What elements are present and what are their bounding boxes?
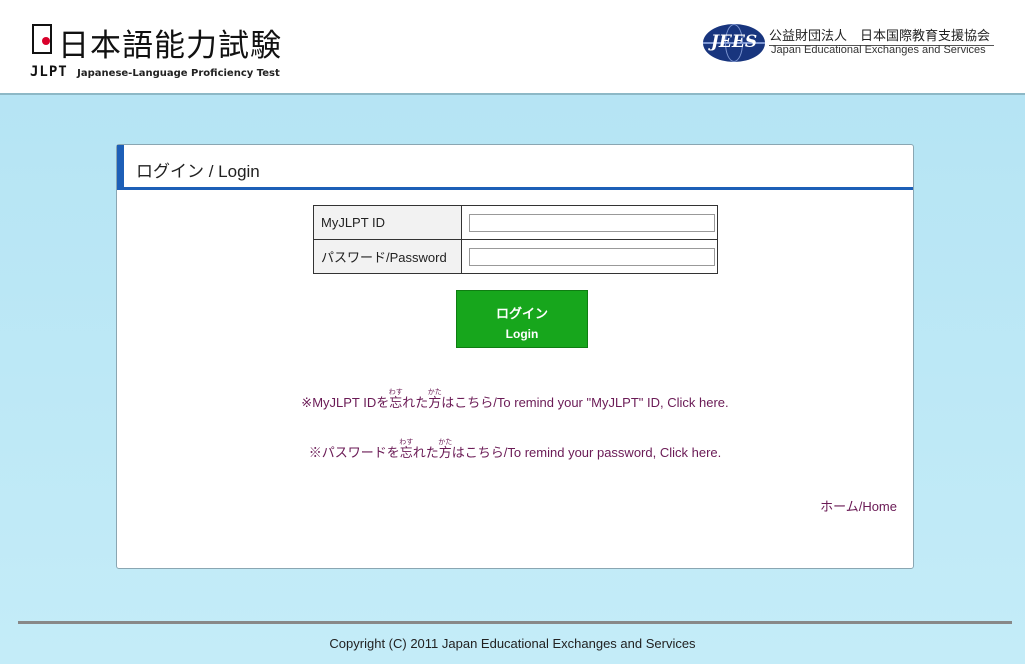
login-panel: ログイン / Login MyJLPT ID パスワード/Password ログ… <box>116 144 914 569</box>
myjlpt-id-label: MyJLPT ID <box>313 205 462 240</box>
password-cell <box>461 239 718 274</box>
jlpt-logo-subtitle: JLPT Japanese-Language Proficiency Test <box>30 63 280 81</box>
site-header: 日本語能力試験 JLPT Japanese-Language Proficien… <box>0 0 1025 95</box>
remind-password-link[interactable]: ※パスワードを忘わすれた方かたはこちら/To remind your passw… <box>117 439 913 462</box>
password-label: パスワード/Password <box>313 239 462 274</box>
jlpt-logo-kanji: 日本語能力試験 <box>30 20 282 65</box>
remind-id-text-start: ※MyJLPT IDを <box>301 395 390 410</box>
furigana-kata: 方かた <box>427 389 442 410</box>
jees-globe-icon: JEES <box>703 24 765 62</box>
remind-password-text-mid: れた <box>412 445 439 460</box>
jees-mark: JEES <box>710 32 758 52</box>
table-row: MyJLPT ID <box>313 205 718 240</box>
login-button-label-jp: ログイン <box>495 306 548 321</box>
footer-copyright: Copyright (C) 2011 Japan Educational Exc… <box>329 636 696 651</box>
logo-kanji-text: 日本語能力試験 <box>58 28 282 64</box>
remind-password-text-end: はこちら/To remind your password, Click here… <box>451 445 722 460</box>
furigana-wasu: 忘わす <box>399 439 414 460</box>
footer-divider <box>18 621 1012 624</box>
furigana-kata: 方かた <box>438 439 453 460</box>
login-button[interactable]: ログイン Login <box>456 290 588 348</box>
jees-name-english: Japan Educational Exchanges and Services <box>771 44 986 56</box>
login-button-label-en: Login <box>505 327 539 341</box>
logo-abbreviation: JLPT <box>30 64 68 80</box>
logo-full-name: Japanese-Language Proficiency Test <box>77 68 280 79</box>
password-input[interactable] <box>469 247 715 266</box>
myjlpt-id-cell <box>461 205 718 240</box>
furigana-wasu: 忘わす <box>388 389 403 410</box>
login-form-table: MyJLPT ID パスワード/Password <box>313 205 718 274</box>
login-panel-header: ログイン / Login <box>117 145 913 190</box>
jees-name-japanese: 公益財団法人 日本国際教育支援協会 <box>769 25 995 46</box>
remind-id-link[interactable]: ※MyJLPT IDを忘わすれた方かたはこちら/To remind your "… <box>117 389 913 412</box>
myjlpt-id-input[interactable] <box>469 213 715 232</box>
remind-password-text-start: ※パスワードを <box>308 445 400 460</box>
remind-id-text-end: はこちら/To remind your "MyJLPT" ID, Click h… <box>441 395 729 410</box>
home-link[interactable]: ホーム/Home <box>820 496 897 515</box>
remind-id-text-mid: れた <box>402 395 429 410</box>
table-row: パスワード/Password <box>313 239 718 274</box>
page-title: ログイン / Login <box>136 162 260 181</box>
rising-sun-icon <box>32 24 52 54</box>
